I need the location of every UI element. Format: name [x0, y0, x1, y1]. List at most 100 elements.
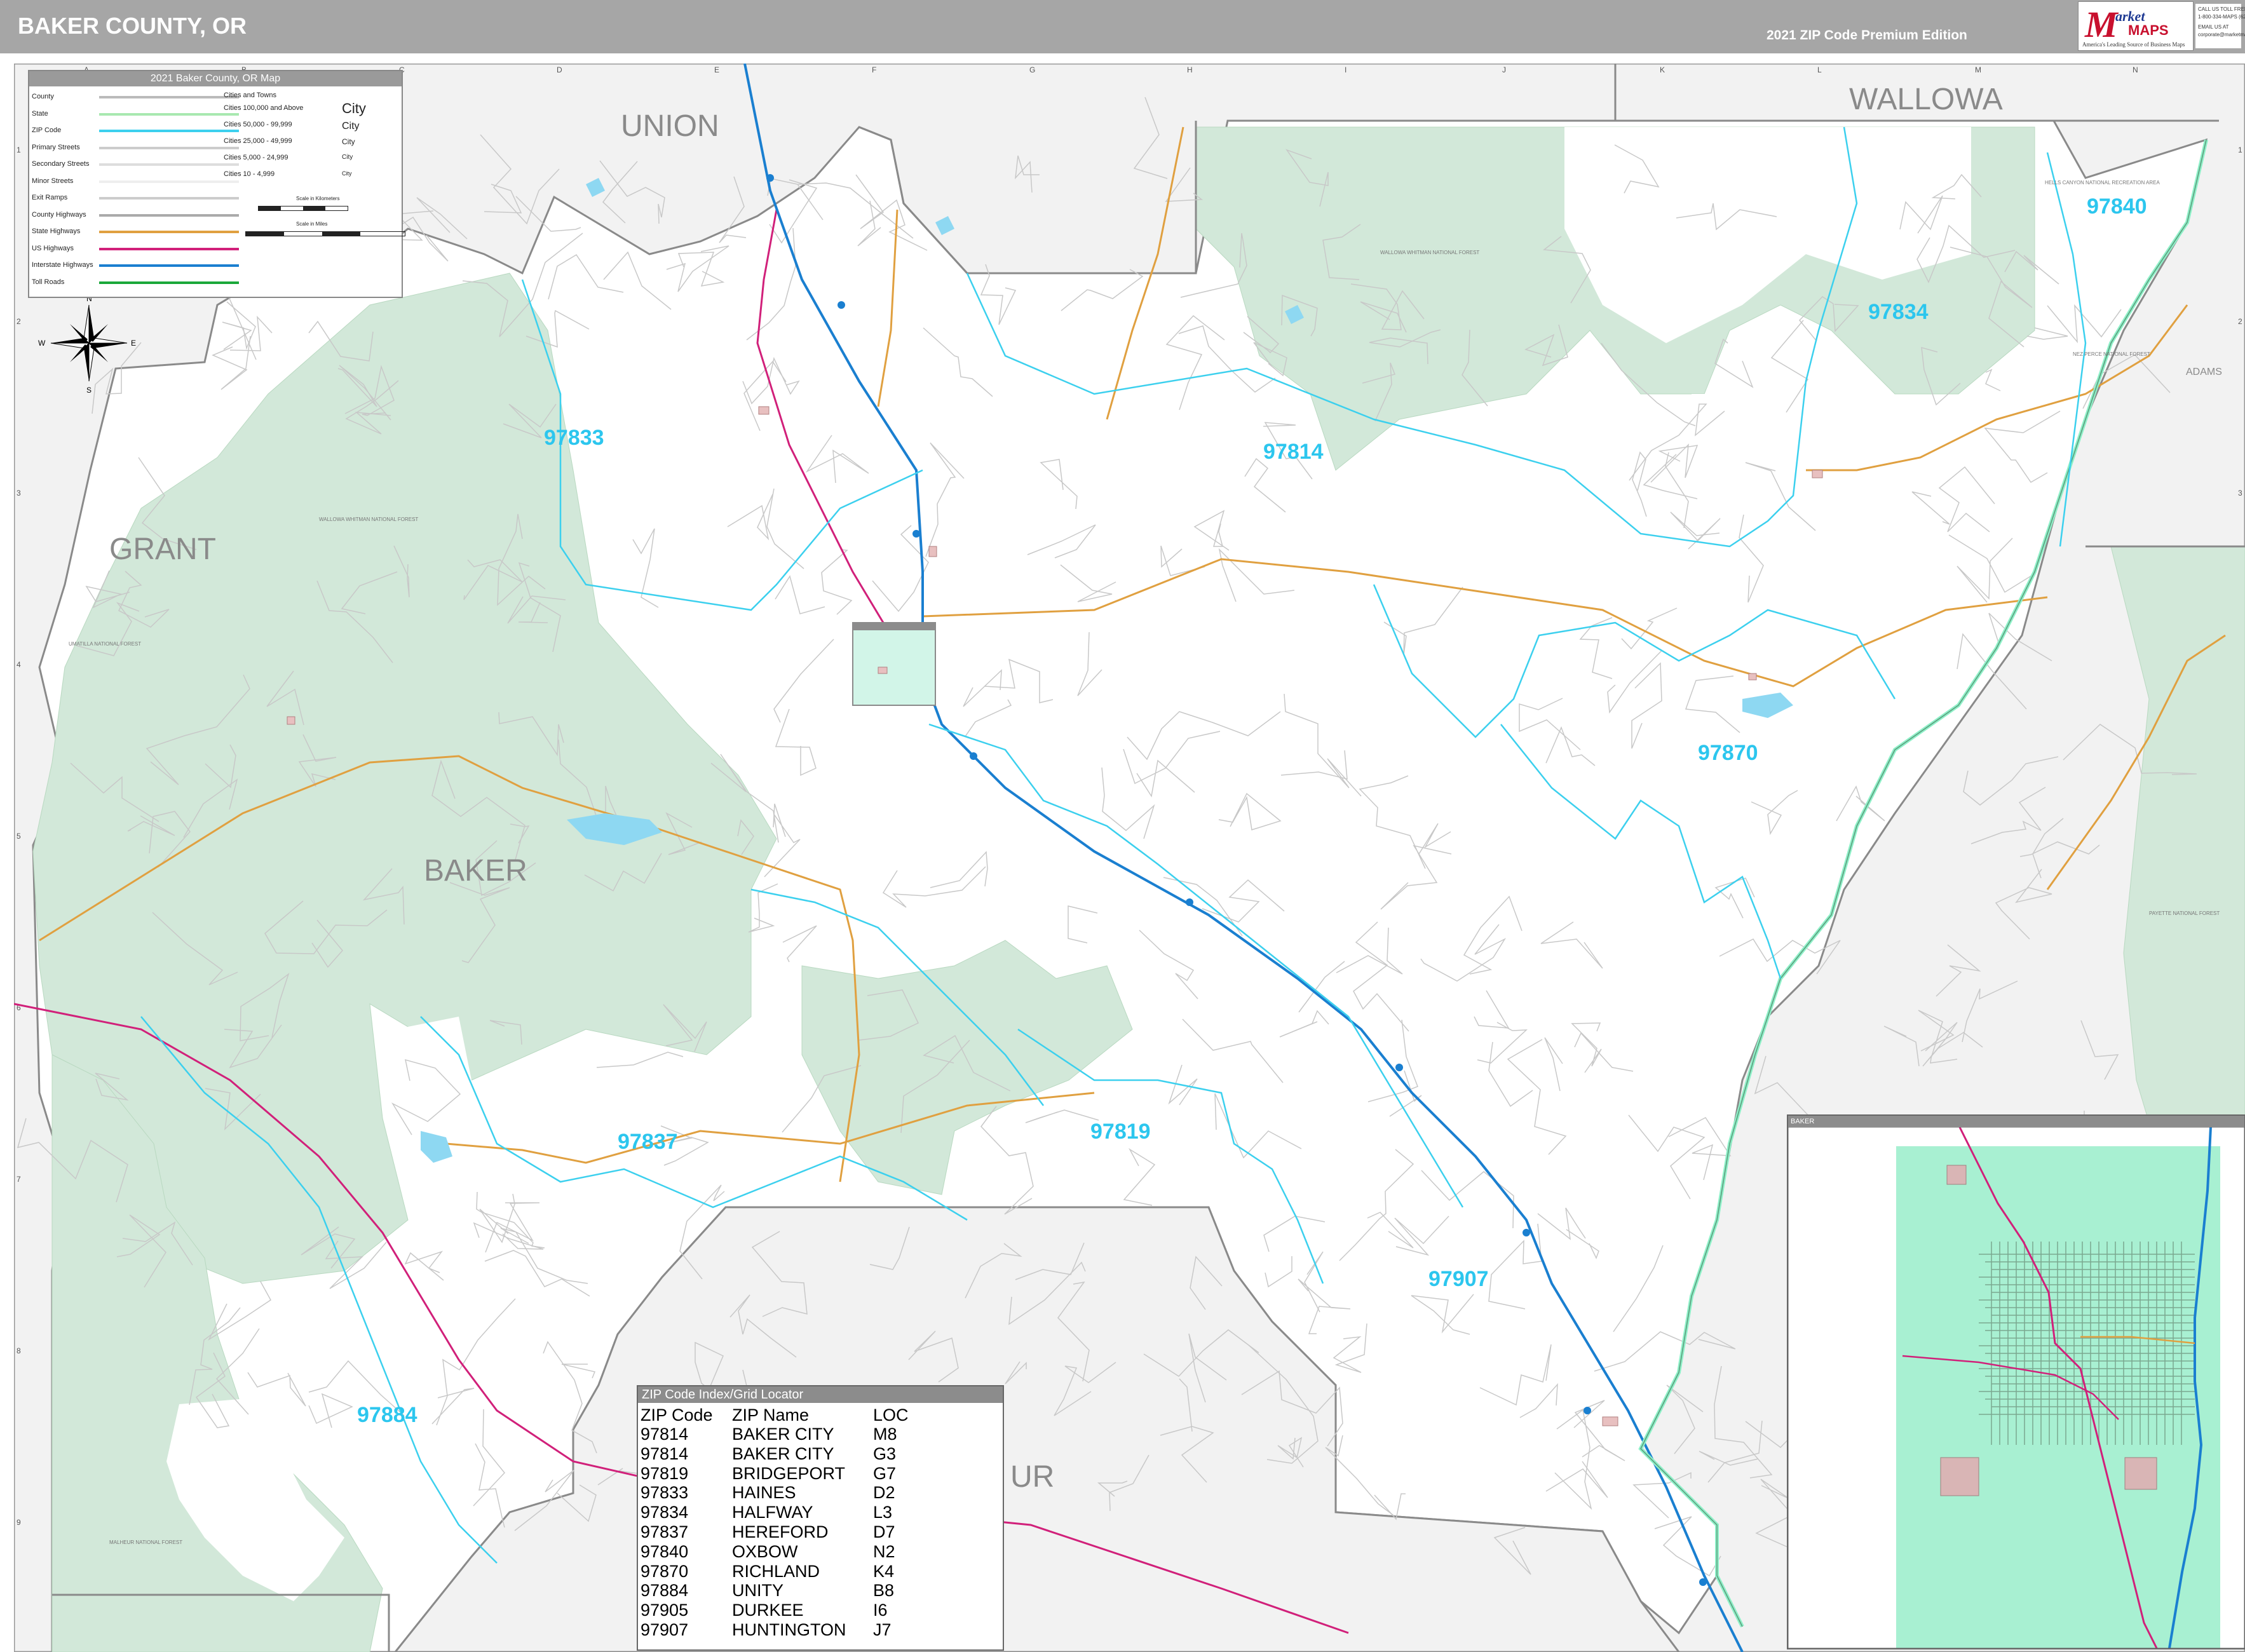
zip-index-loc: J7: [873, 1620, 892, 1639]
legend-item-label: County: [32, 93, 54, 100]
interstate-shield-icon: [766, 174, 774, 182]
legend-item-line: [99, 146, 239, 149]
logo-tagline: America's Leading Source of Business Map…: [2082, 41, 2185, 48]
scale-bar-segment: [303, 207, 325, 210]
legend-item-label: County Highways: [32, 210, 86, 219]
baker-city-inset-locator: [852, 622, 936, 706]
legend-item-line: [99, 96, 239, 98]
town-baker-inset: [878, 667, 888, 674]
legend-item-label: Primary Streets: [32, 143, 80, 151]
market-maps-logo: M arket MAPS America's Leading Source of…: [2078, 1, 2194, 51]
zip-index-header-name: ZIP Name: [732, 1405, 810, 1425]
zip-index-zip: 97814: [641, 1444, 689, 1463]
town-baker-city: [928, 546, 937, 557]
zip-index-zip: 97884: [641, 1581, 689, 1601]
forest-label-umatilla: UMATILLA NATIONAL FOREST: [69, 641, 141, 647]
zip-index-row: 97870 RICHLAND K4: [638, 1562, 1003, 1581]
zip-index-zip: 97840: [641, 1541, 689, 1561]
compass-w: W: [38, 339, 46, 348]
town-sumpter: [287, 716, 295, 725]
forest-label-hells-canyon: HELLS CANYON NATIONAL RECREATION AREA: [2045, 180, 2160, 186]
zip-index-row: 97907 HUNTINGTON J7: [638, 1620, 1003, 1639]
scale-bar-segment: [322, 232, 360, 236]
zip-index-name: RICHLAND: [732, 1561, 820, 1581]
zip-index-loc: M8: [873, 1425, 897, 1444]
legend-item-label: Exit Ramps: [32, 194, 68, 201]
legend-scale-km: Scale in Kilometers: [296, 196, 340, 201]
forest-label-malheur: MALHEUR NATIONAL FOREST: [109, 1540, 182, 1545]
grid-row-label: 3: [17, 489, 21, 498]
contact-line: CALL US TOLL FREE: [2198, 6, 2245, 12]
town-haines: [758, 406, 770, 415]
legend-city-label: Cities 25,000 - 49,999: [224, 137, 292, 145]
inset-landmark-north: [1946, 1165, 1967, 1185]
zip-index-name: BRIDGEPORT: [732, 1463, 846, 1483]
legend-item-label: US Highways: [32, 244, 74, 252]
interstate-shield-icon: [912, 530, 920, 538]
contact-box: CALL US TOLL FREE 1-800-334-MAPS (6277) …: [2195, 4, 2245, 48]
zip-index-zip: 97819: [641, 1463, 689, 1483]
zip-index-row: 97833 HAINES D2: [638, 1483, 1003, 1502]
zip-index-row: 97840 OXBOW N2: [638, 1542, 1003, 1561]
legend-city-sample: City: [342, 137, 355, 146]
zip-label-97884: 97884: [357, 1403, 417, 1427]
zip-index-header-zip: ZIP Code: [641, 1405, 713, 1425]
grid-row-label: 7: [17, 1175, 21, 1184]
zip-label-97837: 97837: [618, 1130, 678, 1154]
inset-landmark-area: [1940, 1457, 1979, 1496]
legend-item-line: [99, 197, 239, 200]
zip-index-zip: 97907: [641, 1620, 689, 1639]
zip-index-name: BAKER CITY: [732, 1444, 834, 1463]
zip-label-97814: 97814: [1263, 440, 1324, 464]
legend-title: 2021 Baker County, OR Map: [29, 71, 402, 86]
scale-bar-segment: [259, 207, 281, 210]
baker-city-inset-map[interactable]: BAKER: [1787, 1114, 2245, 1649]
zip-index-header: ZIP Code ZIP Name LOC: [638, 1405, 1003, 1425]
legend-item-label: Toll Roads: [32, 278, 65, 286]
legend-cities-header: Cities and Towns: [224, 91, 276, 99]
zip-index-row: 97814 BAKER CITY M8: [638, 1425, 1003, 1444]
compass-s: S: [86, 386, 92, 395]
grid-column-label: F: [872, 65, 876, 74]
legend-item-line: [99, 247, 239, 250]
scale-bar-mi: [245, 231, 405, 236]
grid-column-label: K: [1660, 65, 1665, 74]
grid-column-label: J: [1502, 65, 1506, 74]
contact-line: EMAIL US AT: [2198, 24, 2229, 30]
zip-index-name: HALFWAY: [732, 1503, 813, 1522]
zip-index-row: 97884 UNITY B8: [638, 1581, 1003, 1600]
county-label-union: UNION: [621, 109, 719, 143]
grid-column-label: I: [1345, 65, 1346, 74]
legend-item-line: [99, 213, 239, 217]
zip-index-loc: N2: [873, 1541, 895, 1561]
zip-label-97819: 97819: [1090, 1120, 1151, 1144]
county-label-grant: GRANT: [109, 532, 216, 566]
zip-index-name: DURKEE: [732, 1601, 804, 1620]
zip-index-name: HUNTINGTON: [732, 1620, 846, 1639]
county-label-adams: ADAMS: [2186, 367, 2222, 377]
legend-item-label: State Highways: [32, 227, 81, 235]
zip-index-loc: I6: [873, 1601, 888, 1620]
zip-label-97834: 97834: [1868, 300, 1929, 324]
legend-item-line: [99, 112, 239, 116]
interstate-shield-icon: [838, 301, 845, 309]
legend-city-label: Cities 100,000 and Above: [224, 104, 304, 112]
zip-label-97833: 97833: [544, 426, 604, 450]
legend-item-label: State: [32, 109, 48, 118]
zip-index-row: 97819 BRIDGEPORT G7: [638, 1464, 1003, 1483]
logo-mark: M: [2085, 4, 2118, 45]
interstate-shield-icon: [1523, 1229, 1530, 1236]
legend-item-label: Secondary Streets: [32, 160, 90, 168]
county-label-baker: BAKER: [424, 854, 527, 888]
forest-label-wallowa-whitman-west: WALLOWA WHITMAN NATIONAL FOREST: [319, 517, 418, 522]
edition-label: 2021 ZIP Code Premium Edition: [1767, 28, 1967, 43]
grid-column-label: L: [1817, 65, 1822, 74]
grid-row-label: 2: [2238, 317, 2242, 326]
legend-scale-mi: Scale in Miles: [296, 221, 328, 227]
inset-locator-tab: [853, 623, 935, 630]
legend-city-sample: City: [342, 154, 353, 161]
contact-line: corporate@marketmaps.com: [2198, 32, 2245, 37]
forest-label-wallowa-whitman-north: WALLOWA WHITMAN NATIONAL FOREST: [1380, 250, 1479, 255]
zip-index-loc: K4: [873, 1561, 895, 1581]
grid-row-label: 8: [17, 1346, 21, 1355]
